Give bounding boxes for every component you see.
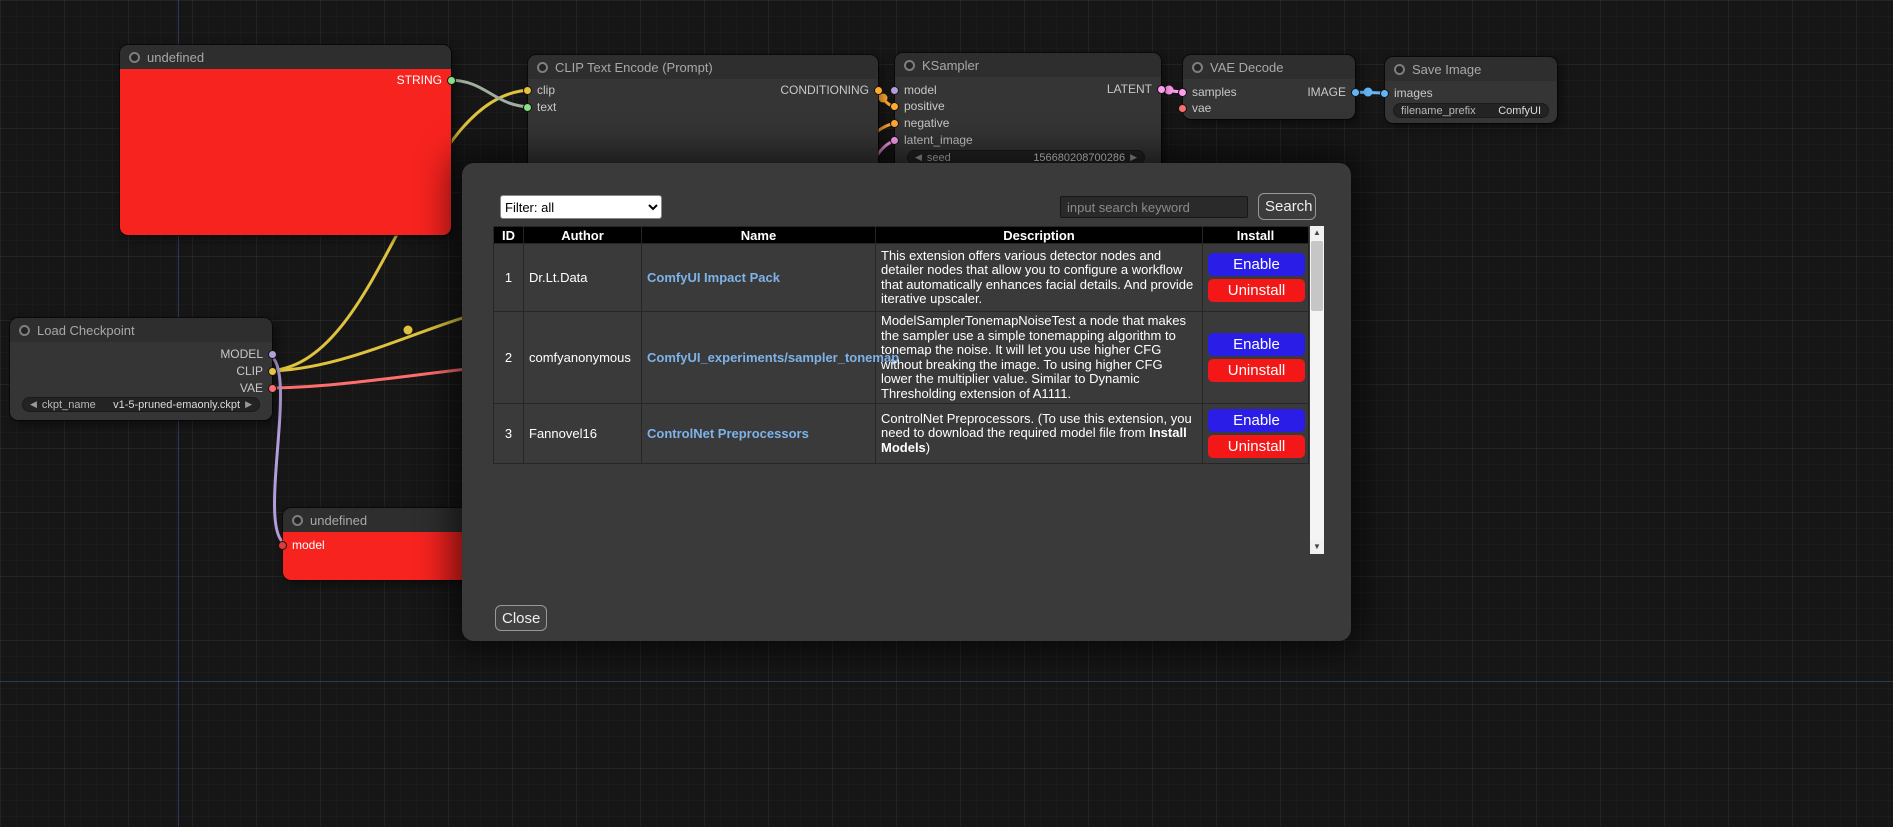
extension-link[interactable]: ComfyUI Impact Pack [647, 270, 780, 285]
col-header-author: Author [524, 227, 642, 244]
col-header-install: Install [1203, 227, 1309, 244]
row-author: Fannovel16 [524, 404, 642, 464]
node-ksampler[interactable]: KSampler model positive negative latent_… [895, 53, 1161, 173]
row-id: 3 [494, 404, 524, 464]
model-output-slot[interactable] [268, 350, 277, 359]
table-row: 3 Fannovel16 ControlNet Preprocessors Co… [494, 404, 1309, 464]
clip-output-slot[interactable] [268, 367, 277, 376]
seed-increment-arrow[interactable]: ▶ [1130, 152, 1137, 163]
node-title: Save Image [1412, 62, 1481, 77]
node-save-image[interactable]: Save Image images filename_prefix ComfyU… [1385, 57, 1557, 123]
conditioning-output-slot[interactable] [874, 86, 883, 95]
text-input-slot[interactable] [523, 103, 532, 112]
scroll-down-arrow[interactable]: ▼ [1310, 540, 1324, 554]
wire-midpoint-dot [404, 326, 413, 335]
search-input[interactable] [1060, 196, 1248, 218]
negative-input-slot[interactable] [890, 119, 899, 128]
enable-button[interactable]: Enable [1208, 409, 1305, 432]
node-collapse-dot[interactable] [129, 52, 140, 63]
node-graph-canvas[interactable]: undefined STRING CLIP Text Encode (Promp… [0, 0, 1893, 827]
vae-output-slot[interactable] [268, 384, 277, 393]
string-output-slot[interactable] [447, 76, 456, 85]
extension-link[interactable]: ComfyUI_experiments/sampler_tonemap [647, 350, 899, 365]
vae-input-slot[interactable] [1178, 104, 1187, 113]
seed-decrement-arrow[interactable]: ◀ [915, 152, 922, 163]
row-description: ModelSamplerTonemapNoiseTest a node that… [876, 312, 1203, 404]
filter-select[interactable]: Filter: all [500, 195, 662, 219]
model-input-slot[interactable] [278, 541, 287, 550]
node-vae-decode[interactable]: VAE Decode samples vae IMAGE [1183, 55, 1355, 119]
enable-button[interactable]: Enable [1208, 253, 1305, 276]
node-title: undefined [310, 513, 367, 528]
row-description: This extension offers various detector n… [876, 244, 1203, 312]
node-collapse-dot[interactable] [1192, 62, 1203, 73]
clip-input-slot[interactable] [523, 86, 532, 95]
uninstall-button[interactable]: Uninstall [1208, 435, 1305, 458]
enable-button[interactable]: Enable [1208, 333, 1305, 356]
col-header-name: Name [642, 227, 876, 244]
row-id: 2 [494, 312, 524, 404]
node-collapse-dot[interactable] [904, 60, 915, 71]
latent-output-slot[interactable] [1157, 85, 1166, 94]
table-row: 2 comfyanonymous ComfyUI_experiments/sam… [494, 312, 1309, 404]
table-row: 1 Dr.Lt.Data ComfyUI Impact Pack This ex… [494, 244, 1309, 312]
uninstall-button[interactable]: Uninstall [1208, 359, 1305, 382]
node-title: KSampler [922, 58, 979, 73]
row-id: 1 [494, 244, 524, 312]
table-scrollbar[interactable]: ▲ ▼ [1310, 226, 1324, 554]
wire-string-to-text-input [448, 80, 533, 107]
model-input-slot[interactable] [890, 86, 899, 95]
node-clip-text-encode[interactable]: CLIP Text Encode (Prompt) clip text COND… [528, 55, 878, 175]
positive-input-slot[interactable] [890, 102, 899, 111]
extensions-table: ID Author Name Description Install 1 Dr.… [493, 226, 1309, 464]
node-undefined-top[interactable]: undefined STRING [120, 45, 451, 235]
node-collapse-dot[interactable] [1394, 64, 1405, 75]
node-collapse-dot[interactable] [537, 62, 548, 73]
close-button[interactable]: Close [495, 605, 547, 631]
node-collapse-dot[interactable] [19, 325, 30, 336]
extensions-table-container: ID Author Name Description Install 1 Dr.… [493, 226, 1324, 554]
col-header-id: ID [494, 227, 524, 244]
node-title: undefined [147, 50, 204, 65]
custom-nodes-dialog: Filter: all Search ID Author Name Descri… [462, 163, 1351, 641]
node-title: VAE Decode [1210, 60, 1283, 75]
uninstall-button[interactable]: Uninstall [1208, 279, 1305, 302]
ckpt-decrement-arrow[interactable]: ◀ [30, 399, 37, 410]
wire-midpoint-dot [879, 94, 888, 103]
filename-prefix-widget[interactable]: filename_prefix ComfyUI [1393, 103, 1549, 118]
images-input-slot[interactable] [1380, 89, 1389, 98]
samples-input-slot[interactable] [1178, 88, 1187, 97]
image-output-slot[interactable] [1351, 88, 1360, 97]
node-title: Load Checkpoint [37, 323, 135, 338]
search-button[interactable]: Search [1258, 193, 1316, 220]
scroll-up-arrow[interactable]: ▲ [1310, 226, 1324, 240]
latent-image-input-slot[interactable] [890, 136, 899, 145]
wire-midpoint-dot [1364, 88, 1373, 97]
col-header-description: Description [876, 227, 1203, 244]
canvas-axis-horizontal [0, 681, 1893, 682]
ckpt-increment-arrow[interactable]: ▶ [245, 399, 252, 410]
node-load-checkpoint[interactable]: Load Checkpoint MODEL CLIP VAE ◀ ckpt_na… [10, 318, 272, 420]
ckpt-name-widget[interactable]: ◀ ckpt_name v1-5-pruned-emaonly.ckpt ▶ [22, 397, 260, 412]
row-author: comfyanonymous [524, 312, 642, 404]
node-collapse-dot[interactable] [292, 515, 303, 526]
row-author: Dr.Lt.Data [524, 244, 642, 312]
extension-link[interactable]: ControlNet Preprocessors [647, 426, 809, 441]
scrollbar-thumb[interactable] [1311, 241, 1323, 311]
node-title: CLIP Text Encode (Prompt) [555, 60, 713, 75]
row-description: ControlNet Preprocessors. (To use this e… [876, 404, 1203, 464]
